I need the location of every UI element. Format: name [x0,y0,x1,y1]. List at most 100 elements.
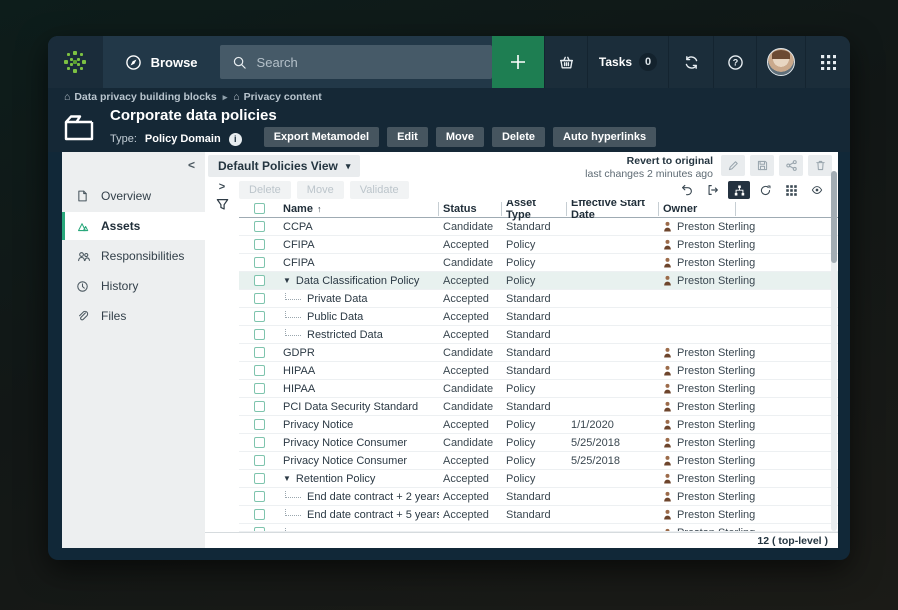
sidebar-item-assets[interactable]: Assets [62,212,205,240]
table-row[interactable]: ▼Data Classification PolicyAcceptedPolic… [239,272,838,290]
table-row[interactable]: Privacy NoticeAcceptedPolicy1/1/2020Pres… [239,416,838,434]
search-bar[interactable] [220,45,492,79]
table-row[interactable]: ▼Retention PolicyAcceptedPolicyPreston S… [239,470,838,488]
sidebar-item-responsibilities[interactable]: Responsibilities [62,242,205,270]
table-footer: 12 ( top-level ) [205,532,838,548]
header-button-auto-hyperlinks[interactable]: Auto hyperlinks [553,127,656,147]
sort-ascending-icon: ↑ [317,204,322,214]
select-all-checkbox[interactable] [254,203,265,214]
tree-connector [285,509,301,516]
collapse-row-icon[interactable]: ▼ [283,474,291,483]
undo-icon [680,183,694,197]
table-row[interactable]: GDPRCandidateStandardPreston Sterling [239,344,838,362]
header-button-export-metamodel[interactable]: Export Metamodel [264,127,379,147]
column-header-label: Status [443,203,477,215]
row-checkbox[interactable] [254,401,265,412]
create-button[interactable] [492,36,544,88]
row-checkbox[interactable] [254,293,265,304]
row-checkbox[interactable] [254,383,265,394]
header-button-edit[interactable]: Edit [387,127,428,147]
basket-button[interactable] [545,36,587,88]
apps-grid-icon [820,54,836,70]
header-button-delete[interactable]: Delete [492,127,545,147]
row-checkbox[interactable] [254,491,265,502]
row-checkbox[interactable] [254,311,265,322]
person-icon [663,239,672,250]
apps-button[interactable] [806,36,850,88]
table-row[interactable]: End date contract + 5 yearsAcceptedStand… [239,506,838,524]
view-dropdown[interactable]: Default Policies View ▾ [208,155,360,177]
toolbar-button-move[interactable]: Move [297,181,344,199]
expand-panel-icon[interactable]: > [219,181,225,193]
edit-view-button[interactable] [721,155,745,176]
row-checkbox[interactable] [254,347,265,358]
share-view-button[interactable] [779,155,803,176]
search-input[interactable] [257,55,480,70]
column-header-name[interactable]: Name ↑ [279,202,439,216]
table-row[interactable]: HIPAACandidatePolicyPreston Sterling [239,380,838,398]
row-checkbox[interactable] [254,257,265,268]
table-row[interactable]: PCI Data Security StandardCandidateStand… [239,398,838,416]
save-view-button[interactable] [750,155,774,176]
row-checkbox[interactable] [254,329,265,340]
sidebar-collapse-icon[interactable]: < [188,158,195,172]
collapse-row-icon[interactable]: ▼ [283,276,291,285]
table-row[interactable]: Restricted DataAcceptedStandard [239,326,838,344]
table-row[interactable]: Private DataAcceptedStandard [239,290,838,308]
row-checkbox[interactable] [254,239,265,250]
row-checkbox[interactable] [254,509,265,520]
breadcrumb-item[interactable]: ⌂Privacy content [233,91,322,103]
table-row[interactable]: Privacy Notice ConsumerCandidatePolicy5/… [239,434,838,452]
scrollbar-thumb[interactable] [831,171,837,263]
sync-button[interactable] [669,36,713,88]
sidebar-item-history[interactable]: History [62,272,205,300]
row-checkbox[interactable] [254,455,265,466]
tasks-button[interactable]: Tasks 0 [588,36,668,88]
help-button[interactable]: ? [714,36,756,88]
tree-view-button[interactable] [728,181,750,199]
delete-view-button[interactable] [808,155,832,176]
row-checkbox[interactable] [254,221,265,232]
row-checkbox[interactable] [254,275,265,286]
asset-name: End date contract + 5 years [307,509,439,521]
row-checkbox[interactable] [254,365,265,376]
row-checkbox[interactable] [254,473,265,484]
refresh-button[interactable] [754,181,776,199]
sidebar-item-overview[interactable]: Overview [62,182,205,210]
row-checkbox-cell [239,257,279,268]
toolbar-button-delete[interactable]: Delete [239,181,291,199]
revert-to-original[interactable]: Revert to original last changes 2 minute… [585,155,713,181]
undo-button[interactable] [676,181,698,199]
clock-icon [76,280,91,293]
column-header-owner[interactable]: Owner [659,202,736,216]
table-row[interactable]: End date contract + 2 yearsAcceptedStand… [239,488,838,506]
row-checkbox[interactable] [254,437,265,448]
table-row[interactable]: CFIPAAcceptedPolicyPreston Sterling [239,236,838,254]
toolbar-button-validate[interactable]: Validate [350,181,409,199]
asset-type-cell: Standard [502,365,567,377]
column-header-status[interactable]: Status [439,202,502,216]
row-checkbox[interactable] [254,419,265,430]
table-row[interactable]: Preston Sterling [239,524,838,532]
table-row[interactable]: HIPAAAcceptedStandardPreston Sterling [239,362,838,380]
grid-view-button[interactable] [780,181,802,199]
header-button-move[interactable]: Move [436,127,484,147]
table-row[interactable]: Privacy Notice ConsumerAcceptedPolicy5/2… [239,452,838,470]
column-header-asset-type[interactable]: Asset Type [502,202,567,216]
browse-button[interactable]: Browse [103,36,220,88]
sidebar-item-files[interactable]: Files [62,302,205,330]
table-row[interactable]: CFIPACandidatePolicyPreston Sterling [239,254,838,272]
filter-icon[interactable] [215,197,230,212]
preview-button[interactable] [806,181,828,199]
column-header-effective-start-date[interactable]: Effective Start Date [567,202,659,216]
table-row[interactable]: Public DataAcceptedStandard [239,308,838,326]
asset-name-cell: End date contract + 2 years [279,491,439,503]
info-icon[interactable]: i [229,133,242,146]
table-row[interactable]: CCPACandidateStandardPreston Sterling [239,218,838,236]
export-button[interactable] [702,181,724,199]
owner-cell: Preston Sterling [659,275,736,287]
breadcrumb-item[interactable]: ⌂Data privacy building blocks [64,91,217,103]
user-menu-button[interactable] [757,36,805,88]
asset-name: Retention Policy [296,473,376,485]
column-header-label: Name [283,203,313,215]
